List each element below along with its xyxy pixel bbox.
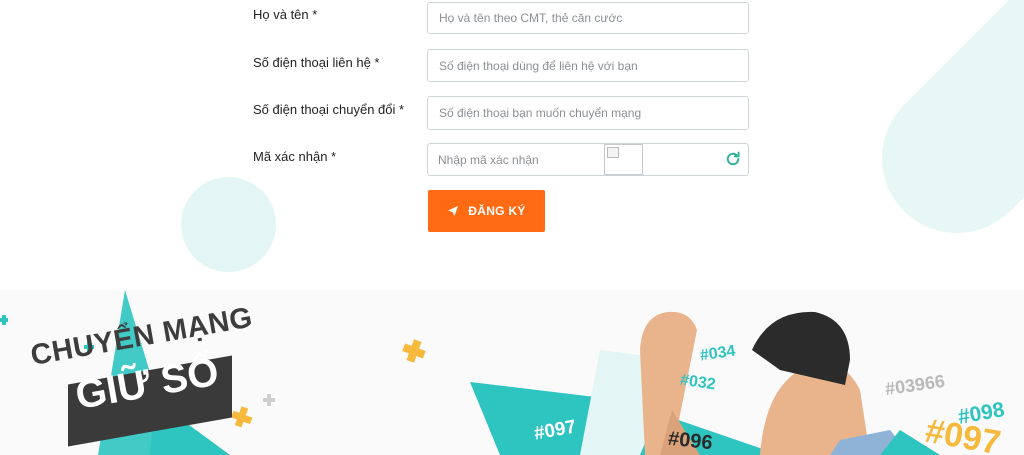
decorative-pill-shape: [850, 0, 1024, 265]
refresh-icon[interactable]: [724, 150, 742, 168]
fullname-label: Họ và tên *: [253, 7, 318, 22]
contact-phone-label: Số điện thoại liên hệ *: [253, 55, 380, 70]
captcha-field-group: [427, 143, 749, 176]
decorative-circle: [181, 177, 276, 272]
transfer-phone-label: Số điện thoại chuyển đổi *: [253, 102, 405, 117]
fullname-input[interactable]: [427, 2, 749, 34]
captcha-input[interactable]: [428, 144, 623, 175]
captcha-label: Mã xác nhận *: [253, 149, 337, 164]
captcha-image: [604, 144, 643, 175]
contact-phone-input[interactable]: [427, 49, 749, 82]
register-button[interactable]: ĐĂNG KÝ: [428, 190, 545, 232]
number-tag: #096: [667, 427, 714, 455]
transfer-phone-input[interactable]: [427, 96, 749, 130]
promo-banner: CHUYỂN MẠNG GIỮ SỐ #034 #032 #097 #096 #…: [0, 290, 1024, 455]
paper-plane-icon: [448, 206, 459, 216]
register-button-label: ĐĂNG KÝ: [468, 204, 526, 218]
